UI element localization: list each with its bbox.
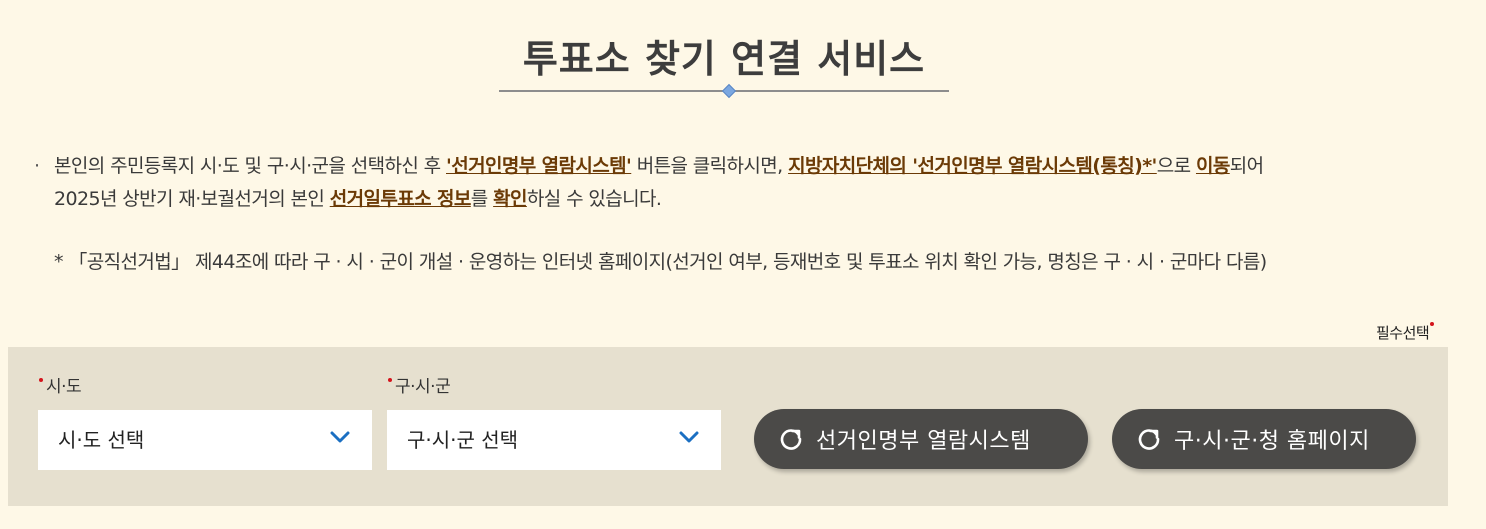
notice-text: 으로	[1156, 155, 1196, 177]
chevron-down-icon	[330, 431, 350, 443]
homepage-button[interactable]: 구·시·군·청 홈페이지	[1112, 409, 1416, 469]
gugun-select-value: 구·시·군 선택	[407, 428, 519, 452]
title-block: 투표소 찾기 연결 서비스	[499, 26, 949, 99]
notice-text: 되어	[1229, 155, 1264, 177]
notice-text: 본인의 주민등록지 시·도 및 구·시·군을 선택하신 후	[54, 155, 446, 177]
notice-highlight-voter-registry: '선거인명부 열람시스템'	[446, 155, 632, 177]
gugun-select[interactable]: 구·시·군 선택	[387, 410, 721, 470]
chevron-down-icon	[679, 431, 699, 443]
sido-label: 시·도	[38, 373, 372, 401]
gugun-label-text: 구·시·군	[395, 377, 451, 397]
sido-field: 시·도 시·도 선택	[38, 373, 372, 470]
notice-text: 하실 수 있습니다.	[526, 188, 662, 210]
sido-select-value: 시·도 선택	[58, 428, 145, 452]
notice-highlight-move: 이동	[1195, 155, 1230, 177]
required-dot-icon	[388, 378, 392, 382]
required-note-label: 필수선택	[1376, 324, 1430, 342]
homepage-button-label: 구·시·군·청 홈페이지	[1174, 429, 1370, 454]
refresh-icon	[1138, 429, 1160, 450]
notice-line-1: 본인의 주민등록지 시·도 및 구·시·군을 선택하신 후 '선거인명부 열람시…	[54, 150, 1264, 183]
required-dot-icon	[1430, 322, 1435, 326]
page-title: 투표소 찾기 연결 서비스	[522, 37, 926, 81]
search-panel: 시·도 시·도 선택 구·시·군 구·시·군 선택 선거인명부 열람시스템 구·…	[8, 347, 1448, 506]
voter-registry-button[interactable]: 선거인명부 열람시스템	[754, 409, 1088, 469]
notice-footnote: * 「공직선거법」 제44조에 따라 구 · 시 · 군이 개설 · 운영하는 …	[54, 251, 1267, 273]
notice-highlight-confirm: 확인	[493, 188, 527, 210]
refresh-icon	[780, 429, 802, 450]
notice-text: 2025년 상반기 재·보궐선거의 본인	[54, 188, 330, 210]
notice-highlight-polling-info: 선거일투표소 정보	[329, 188, 472, 210]
notice-text: 를	[470, 188, 494, 210]
required-note: 필수선택	[1376, 322, 1435, 343]
notice-text: 버튼을 클릭하시면,	[631, 155, 789, 177]
voter-registry-button-label: 선거인명부 열람시스템	[816, 429, 1031, 454]
required-dot-icon	[39, 378, 43, 382]
diamond-icon	[721, 83, 737, 99]
gugun-label: 구·시·군	[387, 373, 721, 401]
sido-select[interactable]: 시·도 선택	[38, 410, 372, 470]
gugun-field: 구·시·군 구·시·군 선택	[387, 373, 721, 470]
notice-line-2: 2025년 상반기 재·보궐선거의 본인 선거일투표소 정보를 확인하실 수 있…	[54, 183, 662, 216]
sido-label-text: 시·도	[46, 377, 82, 397]
notice-bullet: ·	[34, 155, 40, 177]
notice-highlight-local-government: 지방자치단체의 '선거인명부 열람시스템(통칭)*'	[788, 155, 1157, 177]
